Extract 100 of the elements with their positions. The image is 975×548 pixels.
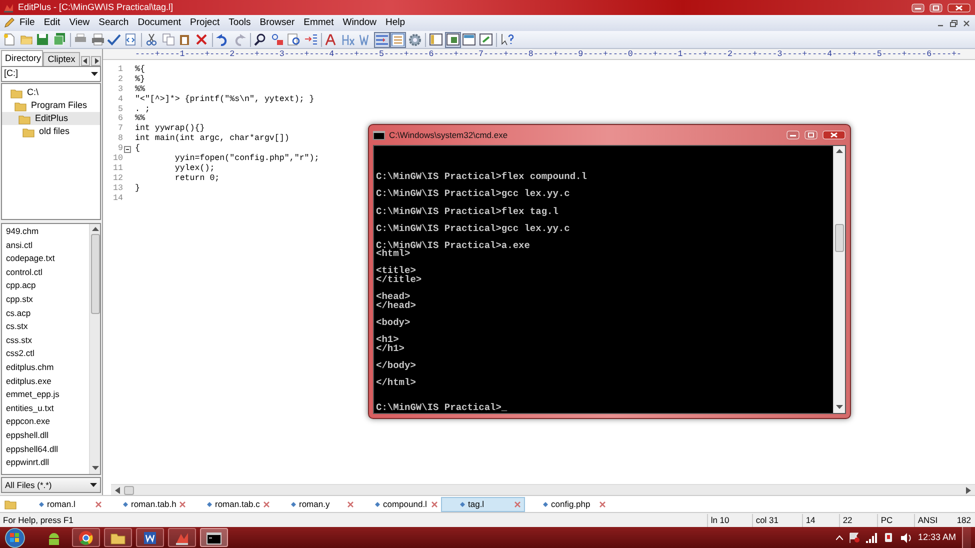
status-text: For Help, press F1 <box>2 514 74 526</box>
restore-icon[interactable] <box>949 18 958 28</box>
taskbar-button[interactable] <box>72 528 100 547</box>
flag-icon[interactable] <box>848 532 860 543</box>
file-name[interactable]: css2.ctl <box>6 347 34 361</box>
menu-item[interactable]: Help <box>381 16 410 30</box>
file-name[interactable]: eppshell.dll <box>6 428 49 442</box>
menu-item[interactable]: Emmet <box>299 16 338 30</box>
file-name[interactable]: 949.chm <box>6 225 39 239</box>
tree-item[interactable]: C:\ <box>2 86 100 99</box>
file-name[interactable]: eppcon.exe <box>6 415 50 429</box>
toolbar-button[interactable] <box>286 32 302 48</box>
close-icon[interactable] <box>347 500 354 508</box>
horizontal-scrollbar[interactable] <box>111 484 975 495</box>
close-icon[interactable] <box>514 500 521 508</box>
menu-item[interactable]: Tools <box>224 16 256 30</box>
speaker-icon[interactable] <box>900 532 912 542</box>
close-icon[interactable] <box>431 500 438 508</box>
scroll-thumb[interactable] <box>90 234 100 314</box>
dropdown-icon <box>90 483 97 487</box>
line-number: 13 <box>112 184 123 194</box>
menu-item[interactable]: Browser <box>255 16 300 30</box>
scrollbar[interactable] <box>89 224 100 474</box>
drive-select[interactable]: [C:] <box>1 66 101 82</box>
document-tab[interactable]: roman.l <box>21 496 105 512</box>
line-number: 6 <box>117 114 123 124</box>
terminal-icon <box>205 530 223 546</box>
file-name[interactable]: cs.acp <box>6 306 31 320</box>
file-name[interactable]: cpp.acp <box>6 279 36 293</box>
start-orb-icon[interactable] <box>4 528 26 548</box>
tree-item[interactable]: old files <box>2 125 100 138</box>
panel-tab[interactable]: Directory <box>1 50 44 66</box>
scroll-right-button[interactable] <box>91 56 101 66</box>
browser-icon <box>124 33 138 46</box>
toolbar-button[interactable] <box>444 32 460 48</box>
taskbar-button[interactable] <box>168 528 196 547</box>
menu-item[interactable]: Search <box>94 16 134 30</box>
menu-item[interactable]: File <box>15 16 40 30</box>
taskbar-button[interactable] <box>200 528 228 547</box>
menu-item[interactable]: Window <box>338 16 382 30</box>
restore-icon[interactable] <box>804 130 818 140</box>
scroll-thumb[interactable] <box>835 224 844 252</box>
document-tab[interactable]: config.php <box>525 496 609 512</box>
toolbar-button[interactable] <box>499 32 515 48</box>
close-icon[interactable] <box>263 500 270 508</box>
tree-item[interactable]: EditPlus <box>2 112 100 125</box>
dropdown-icon <box>91 72 98 76</box>
signal-icon[interactable] <box>866 532 877 542</box>
menu-item[interactable]: View <box>64 16 94 30</box>
file-name[interactable]: cpp.stx <box>6 292 33 307</box>
chevron-up-icon[interactable] <box>836 535 843 540</box>
toolbar-button[interactable] <box>478 32 494 48</box>
file-name[interactable]: editplus.exe <box>6 374 52 388</box>
scroll-thumb[interactable] <box>124 486 134 494</box>
scroll-up-icon <box>92 227 98 232</box>
panel-icon <box>462 33 476 46</box>
toolbar-button[interactable] <box>461 32 477 48</box>
file-name[interactable]: emmet_epp.js <box>6 388 60 402</box>
file-name[interactable]: cs.stx <box>6 320 28 334</box>
scroll-left-button[interactable] <box>80 56 90 66</box>
file-name[interactable]: css.stx <box>6 334 32 348</box>
file-name[interactable]: eppwinrt.dll <box>6 456 49 470</box>
close-icon[interactable] <box>95 500 102 508</box>
diamond-icon <box>291 502 296 506</box>
code-line: . ; <box>135 104 150 114</box>
clock[interactable]: 12:33 AM <box>918 530 956 544</box>
minimize-icon[interactable] <box>786 130 800 140</box>
restore-icon[interactable] <box>929 2 943 12</box>
document-tab[interactable]: roman.y <box>273 496 357 512</box>
document-tab[interactable]: compound.l <box>357 496 441 512</box>
device-icon[interactable] <box>882 532 894 543</box>
panel-tab[interactable]: Cliptex <box>43 52 80 66</box>
cut-icon <box>145 33 159 46</box>
document-tab[interactable]: roman.tab.c <box>189 496 273 512</box>
menu-item[interactable]: Project <box>186 16 224 30</box>
menu-item[interactable]: Edit <box>39 16 65 30</box>
fold-icon[interactable] <box>124 146 131 153</box>
document-tab[interactable]: tag.l <box>441 496 525 512</box>
file-name[interactable]: entities_u.txt <box>6 402 54 416</box>
tree-item[interactable]: Program Files <box>2 99 100 112</box>
file-name[interactable]: editplus.chm <box>6 360 54 375</box>
filter-select[interactable]: All Files (*.*) <box>1 477 101 493</box>
scrollbar[interactable] <box>833 146 845 413</box>
line-number: 1 <box>117 65 123 75</box>
close-icon[interactable] <box>962 18 971 28</box>
file-name[interactable]: ansi.ctl <box>6 238 32 252</box>
file-name[interactable]: control.ctl <box>6 266 42 280</box>
open-folder-icon <box>20 33 34 46</box>
console-output: C:\MinGW\IS Practical>flex compound.l C:\MinGW\IS Practical>gcc lex.yy.c C:\MinGW\IS Practical>flex tag.l C:\MinGW\IS Practical>gcc lex.yy.c C:\MinGW\IS Practical>a.exe <html> <title> </title> <head> </head> <body> <h1> </h1> </body> </html> C:\MinGW\IS Practical>_ <box>374 146 833 413</box>
file-name[interactable]: eppshell64.dll <box>6 442 58 456</box>
document-tab[interactable]: roman.tab.h <box>105 496 189 512</box>
show-desktop-button[interactable] <box>962 527 971 548</box>
file-name[interactable]: codepage.txt <box>6 252 55 266</box>
close-icon[interactable] <box>599 500 606 508</box>
minimize-icon[interactable] <box>911 2 925 12</box>
taskbar-button[interactable] <box>104 528 132 547</box>
toolbar-button[interactable] <box>428 32 444 48</box>
menu-item[interactable]: Document <box>133 16 186 30</box>
taskbar-button[interactable] <box>136 528 164 547</box>
close-icon[interactable] <box>179 500 186 508</box>
